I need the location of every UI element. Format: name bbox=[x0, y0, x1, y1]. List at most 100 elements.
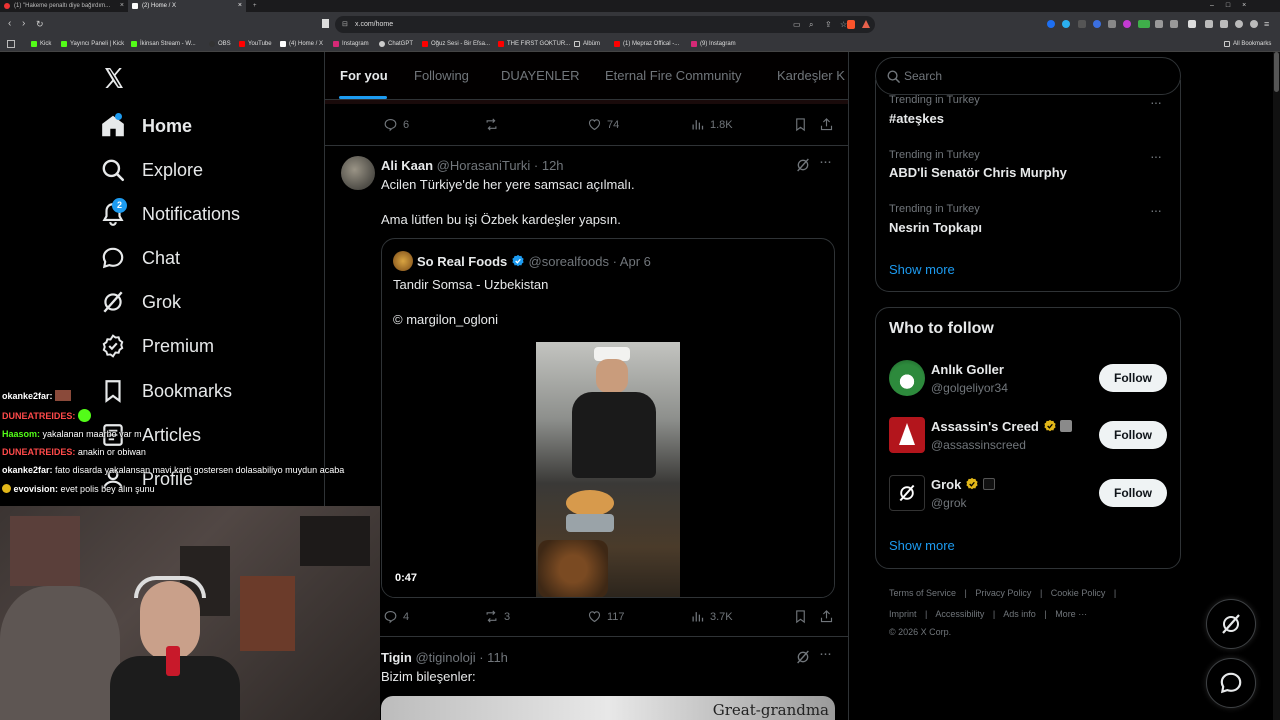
show-more-suggestions[interactable]: Show more bbox=[889, 538, 955, 553]
share-icon[interactable]: ⇪ bbox=[825, 16, 832, 33]
nav-premium[interactable]: Premium bbox=[100, 326, 214, 366]
reload-icon[interactable]: ↻ bbox=[36, 17, 44, 31]
suggestion-name-row[interactable]: Grok bbox=[931, 477, 995, 492]
grok-icon[interactable] bbox=[795, 649, 811, 665]
scrollbar[interactable] bbox=[1273, 52, 1280, 720]
bookmark-youtube[interactable]: YouTube bbox=[239, 36, 272, 52]
more-icon[interactable]: ··· bbox=[1150, 94, 1162, 110]
browser-tab-1[interactable]: (1) "Hakeme penaltı diye bağırdım... × bbox=[0, 0, 128, 12]
scrollbar-thumb[interactable] bbox=[1274, 52, 1279, 92]
rewards-icon[interactable] bbox=[862, 20, 870, 28]
site-info-icon[interactable]: ⊟ bbox=[342, 16, 348, 33]
nav-grok[interactable]: Grok bbox=[100, 282, 181, 322]
share-button[interactable] bbox=[819, 609, 839, 624]
nav-chat[interactable]: Chat bbox=[100, 238, 180, 278]
footer-privacy[interactable]: Privacy Policy bbox=[975, 588, 1031, 598]
show-more-trends[interactable]: Show more bbox=[889, 262, 955, 277]
address-bar[interactable]: ⊟ x.com/home ▭ ⌕ ⇪ ☆ bbox=[335, 16, 875, 33]
author-handle[interactable]: @tiginoloji bbox=[415, 650, 475, 665]
author-name[interactable]: Ali Kaan bbox=[381, 158, 433, 173]
repost-button[interactable] bbox=[484, 117, 504, 132]
window-controls-icon[interactable]: –□× bbox=[1210, 0, 1258, 12]
shield-icon[interactable] bbox=[1235, 20, 1243, 28]
avatar[interactable] bbox=[889, 417, 925, 453]
extension-icon[interactable] bbox=[1062, 20, 1070, 28]
all-bookmarks[interactable]: All Bookmarks bbox=[1224, 36, 1271, 52]
close-tab-icon[interactable]: × bbox=[120, 0, 124, 12]
author-handle[interactable]: @HorasaniTurki bbox=[437, 158, 531, 173]
tab-eternal-fire[interactable]: Eternal Fire Community bbox=[605, 52, 742, 100]
zoom-icon[interactable]: ⌕ bbox=[809, 16, 813, 33]
more-icon[interactable]: ··· bbox=[1150, 202, 1162, 218]
like-button[interactable]: 74 bbox=[587, 117, 619, 132]
video-player[interactable]: 0:47 bbox=[382, 342, 834, 597]
bookmark-oguz[interactable]: Oğuz Sesi - Bir Efsa... bbox=[422, 36, 490, 52]
bookmark-obs[interactable]: OBS bbox=[209, 36, 231, 52]
views-button[interactable]: 1.8K bbox=[690, 117, 733, 132]
footer-imprint[interactable]: Imprint bbox=[889, 609, 917, 619]
grok-icon[interactable] bbox=[795, 157, 811, 173]
bookmark-instagram-9[interactable]: (9) Instagram bbox=[691, 36, 736, 52]
footer-more[interactable]: More ··· bbox=[1055, 609, 1087, 619]
bookmark-home-x[interactable]: (4) Home / X bbox=[280, 36, 323, 52]
menu-icon[interactable]: ≡ bbox=[1264, 17, 1269, 31]
repost-button[interactable]: 3 bbox=[484, 609, 510, 624]
tab-kardesler[interactable]: Kardeşler K bbox=[777, 52, 845, 100]
avatar[interactable] bbox=[889, 475, 925, 511]
chat-fab[interactable] bbox=[1206, 658, 1256, 708]
bookmark-goktur[interactable]: THE FIRST GOKTUR... bbox=[498, 36, 570, 52]
reply-button[interactable]: 4 bbox=[383, 609, 409, 624]
extension-icon[interactable] bbox=[1078, 20, 1086, 28]
author-name[interactable]: Tigin bbox=[381, 650, 412, 665]
bookmark-instagram[interactable]: Instagram bbox=[333, 36, 369, 52]
bookmark-button[interactable] bbox=[793, 609, 813, 624]
bookmark-yayinci[interactable]: Yayıncı Paneli | Kick bbox=[61, 36, 124, 52]
grok-fab[interactable] bbox=[1206, 599, 1256, 649]
more-icon[interactable]: ··· bbox=[819, 645, 832, 662]
footer-cookie[interactable]: Cookie Policy bbox=[1051, 588, 1106, 598]
browser-tab-2[interactable]: (2) Home / X × bbox=[128, 0, 246, 12]
forward-icon[interactable]: › bbox=[22, 17, 25, 31]
nav-home[interactable]: Home bbox=[100, 106, 192, 146]
puzzle-icon[interactable] bbox=[1155, 20, 1163, 28]
new-tab-button[interactable]: + bbox=[250, 0, 264, 12]
follow-button[interactable]: Follow bbox=[1099, 479, 1167, 507]
profile-icon[interactable] bbox=[1250, 20, 1258, 28]
follow-button[interactable]: Follow bbox=[1099, 421, 1167, 449]
extension-icon[interactable] bbox=[1138, 20, 1150, 28]
nav-explore[interactable]: Explore bbox=[100, 150, 203, 190]
downloads-icon[interactable] bbox=[1220, 20, 1228, 28]
x-logo-icon[interactable] bbox=[102, 66, 126, 90]
bookmark-album[interactable]: Albüm bbox=[574, 36, 600, 52]
extension-icon[interactable] bbox=[1047, 20, 1055, 28]
sidebar-toggle-icon[interactable] bbox=[1188, 20, 1196, 28]
bookmark-button[interactable] bbox=[793, 117, 813, 132]
extension-icon[interactable] bbox=[1093, 20, 1101, 28]
like-button[interactable]: 117 bbox=[587, 609, 625, 624]
screenshot-icon[interactable]: ▭ bbox=[793, 16, 801, 33]
post-image[interactable]: Great-grandma bbox=[381, 696, 835, 720]
bookmark-ikinsan[interactable]: İkinsan Stream - W... bbox=[131, 36, 196, 52]
suggestion-name[interactable]: Anlık Goller bbox=[931, 362, 1004, 377]
reply-button[interactable]: 6 bbox=[383, 117, 409, 132]
quoted-post[interactable]: So Real Foods @sorealfoods · Apr 6 Tandi… bbox=[381, 238, 835, 598]
post-time[interactable]: · 11h bbox=[479, 650, 508, 665]
media-icon[interactable] bbox=[1170, 20, 1178, 28]
wallet-icon[interactable] bbox=[1205, 20, 1213, 28]
tab-following[interactable]: Following bbox=[414, 52, 469, 100]
footer-terms[interactable]: Terms of Service bbox=[889, 588, 956, 598]
tab-for-you[interactable]: For you bbox=[340, 52, 388, 100]
post-time[interactable]: · 12h bbox=[534, 158, 564, 173]
avatar[interactable] bbox=[341, 156, 375, 190]
back-icon[interactable]: ‹ bbox=[8, 17, 11, 31]
suggestion-name-row[interactable]: Assassin's Creed bbox=[931, 419, 1073, 434]
footer-accessibility[interactable]: Accessibility bbox=[935, 609, 984, 619]
more-icon[interactable]: ··· bbox=[1150, 148, 1162, 164]
brave-shield-icon[interactable] bbox=[847, 20, 855, 29]
nav-bookmarks[interactable]: Bookmarks bbox=[100, 371, 232, 411]
nav-notifications[interactable]: Notifications 2 bbox=[100, 194, 240, 234]
extension-icon[interactable] bbox=[1108, 20, 1116, 28]
close-tab-icon[interactable]: × bbox=[238, 0, 242, 12]
bookmark-chatgpt[interactable]: ChatGPT bbox=[379, 36, 413, 52]
bookmark-mepraz[interactable]: (1) Mepraz Offical -... bbox=[614, 36, 679, 52]
